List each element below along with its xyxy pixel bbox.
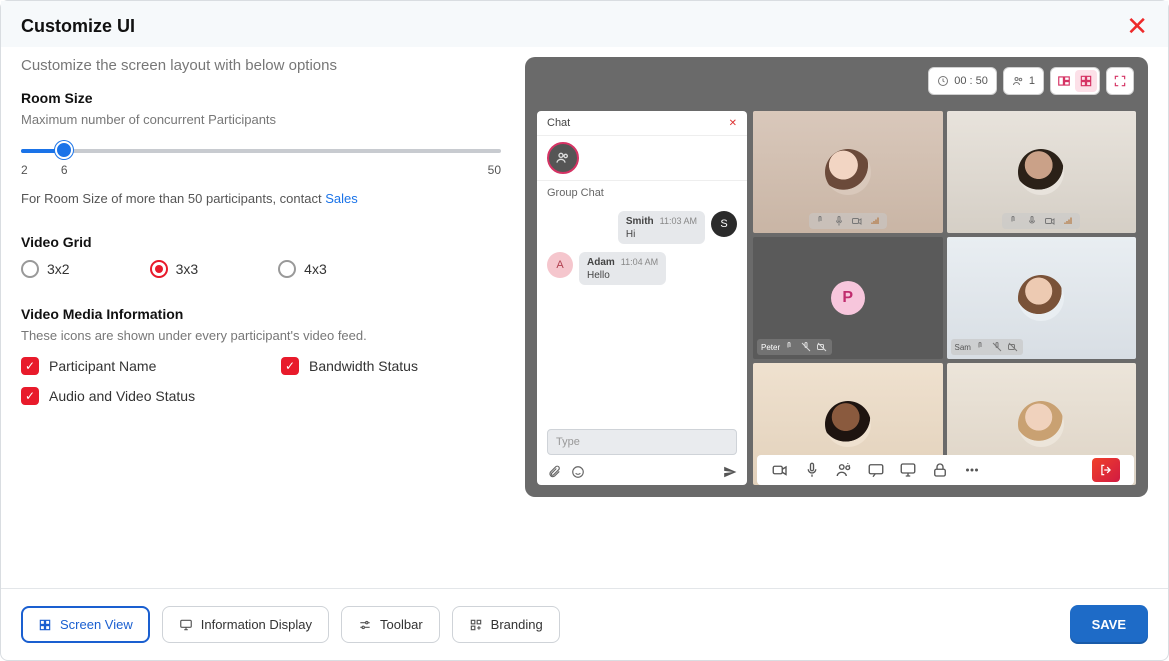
mic-icon (833, 215, 845, 227)
slider-max: 50 (488, 163, 501, 177)
avatar: S (711, 211, 737, 237)
radio-3x2[interactable]: 3x2 (21, 260, 70, 278)
chat-header: Chat ✕ (537, 111, 747, 136)
chat-icon[interactable] (867, 461, 885, 479)
layout-grid-icon[interactable] (1075, 70, 1097, 92)
chat-messages: S Smith11:03 AM Hi A Adam11:04 AM Hello (537, 205, 747, 423)
avatar-initial: P (831, 281, 865, 315)
preview-panel: 00 : 50 1 (525, 57, 1148, 497)
hand-icon (815, 215, 827, 227)
check-av-status[interactable]: ✓Audio and Video Status (21, 387, 221, 405)
radio-3x3[interactable]: 3x3 (150, 260, 199, 278)
share-screen-icon[interactable] (899, 461, 917, 479)
slider-min: 2 (21, 163, 28, 177)
slider-value: 6 (61, 163, 68, 177)
modal-footer: Screen View Information Display Toolbar … (1, 588, 1168, 660)
video-grid-radios: 3x2 3x3 4x3 (21, 260, 501, 278)
hand-icon (975, 341, 987, 353)
clock-icon (937, 75, 949, 87)
video-grid-title: Video Grid (21, 234, 501, 250)
cam-icon (1044, 215, 1056, 227)
tab-information-display[interactable]: Information Display (162, 606, 329, 643)
mic-icon[interactable] (803, 461, 821, 479)
tab-toolbar[interactable]: Toolbar (341, 606, 440, 643)
chat-panel: Chat ✕ Group Chat S Smith11:03 AM Hi (537, 111, 747, 485)
participants-pill: 1 (1003, 67, 1044, 95)
room-size-desc: Maximum number of concurrent Participant… (21, 112, 501, 127)
room-size-title: Room Size (21, 90, 501, 106)
media-info-desc: These icons are shown under every partic… (21, 328, 501, 343)
signal-icon (869, 215, 881, 227)
media-info-checks: ✓Participant Name ✓Bandwidth Status ✓Aud… (21, 357, 501, 405)
radio-4x3[interactable]: 4x3 (278, 260, 327, 278)
room-size-note: For Room Size of more than 50 participan… (21, 191, 501, 206)
signal-icon (1062, 215, 1074, 227)
sliders-icon (358, 618, 372, 632)
check-bandwidth[interactable]: ✓Bandwidth Status (281, 357, 481, 375)
chat-message: A Adam11:04 AM Hello (547, 252, 737, 285)
emoji-icon[interactable] (571, 465, 585, 479)
timer-pill: 00 : 50 (928, 67, 997, 95)
save-button[interactable]: SAVE (1070, 605, 1148, 644)
modal-header: Customize UI ✕ (1, 1, 1168, 47)
camera-icon[interactable] (771, 461, 789, 479)
close-icon[interactable]: ✕ (1126, 13, 1148, 39)
branding-icon (469, 618, 483, 632)
cam-off-icon (816, 341, 828, 353)
mic-off-icon (991, 341, 1003, 353)
hand-icon (784, 341, 796, 353)
cam-off-icon (1007, 341, 1019, 353)
video-grid-preview: P Peter Sam (753, 111, 1136, 485)
chat-group-icon[interactable] (547, 142, 579, 174)
media-info-title: Video Media Information (21, 306, 501, 322)
customize-ui-modal: Customize UI ✕ Customize the screen layo… (0, 0, 1169, 661)
video-tile (753, 111, 943, 233)
layout-toggle[interactable] (1050, 67, 1100, 95)
layout-sidebar-icon[interactable] (1053, 70, 1075, 92)
monitor-icon (179, 618, 193, 632)
video-tile: Sam (947, 237, 1137, 359)
chat-input[interactable]: Type (547, 429, 737, 455)
exit-icon (1099, 463, 1113, 477)
hand-icon (1008, 215, 1020, 227)
cam-icon (851, 215, 863, 227)
modal-title: Customize UI (21, 16, 135, 37)
attach-icon[interactable] (547, 465, 561, 479)
video-tile-placeholder: P Peter (753, 237, 943, 359)
people-icon (1012, 75, 1024, 87)
exit-button[interactable] (1092, 458, 1120, 482)
participants-icon[interactable] (835, 461, 853, 479)
chat-message: S Smith11:03 AM Hi (547, 211, 737, 244)
fullscreen-icon (1113, 74, 1127, 88)
preview-top-controls: 00 : 50 1 (928, 67, 1134, 95)
mic-off-icon (800, 341, 812, 353)
mic-icon (1026, 215, 1038, 227)
room-size-slider[interactable]: 2 50 6 (21, 141, 501, 181)
chat-close-icon[interactable]: ✕ (729, 118, 737, 129)
chat-tools (537, 461, 747, 485)
fullscreen-button[interactable] (1106, 67, 1134, 95)
tab-branding[interactable]: Branding (452, 606, 560, 643)
video-tile (947, 111, 1137, 233)
check-participant-name[interactable]: ✓Participant Name (21, 357, 221, 375)
sales-link[interactable]: Sales (325, 191, 358, 206)
preview-toolbar (757, 455, 1134, 485)
chat-group-label: Group Chat (537, 180, 747, 205)
options-panel: Customize the screen layout with below o… (21, 57, 501, 578)
avatar: A (547, 252, 573, 278)
lock-icon[interactable] (931, 461, 949, 479)
tab-screen-view[interactable]: Screen View (21, 606, 150, 643)
send-icon[interactable] (723, 465, 737, 479)
subtitle: Customize the screen layout with below o… (21, 57, 501, 74)
more-icon[interactable] (963, 461, 981, 479)
modal-content: Customize the screen layout with below o… (1, 47, 1168, 588)
grid-icon (38, 618, 52, 632)
